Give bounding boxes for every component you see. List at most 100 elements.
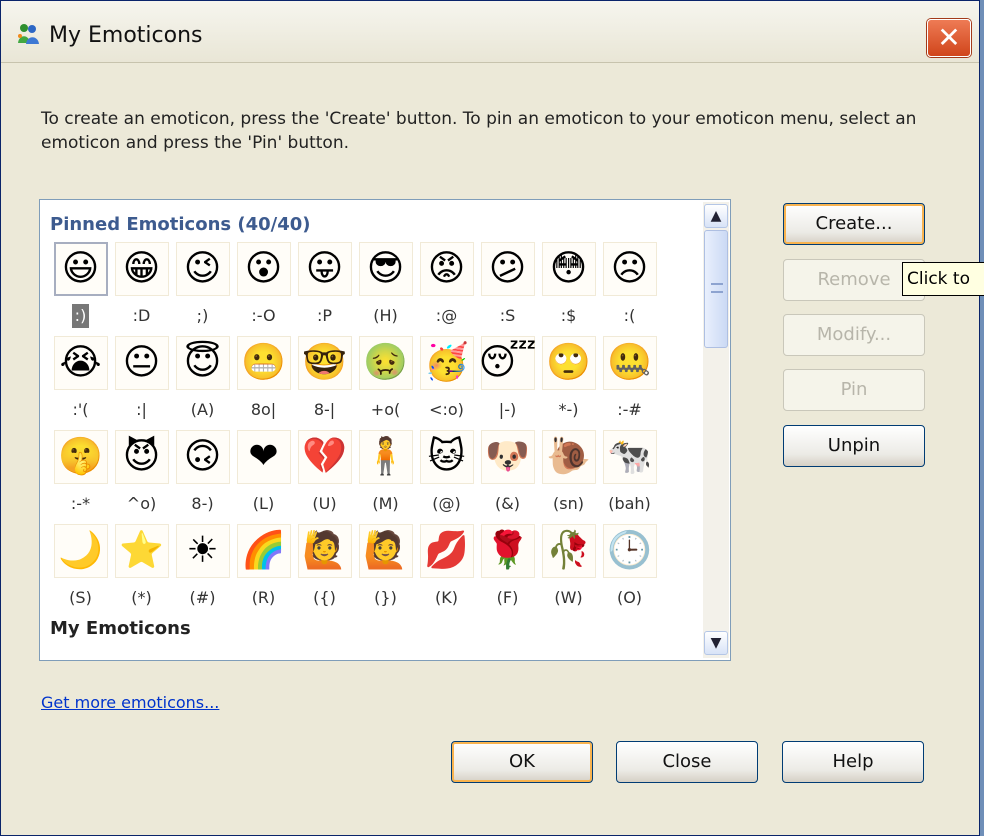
emoticon-item[interactable]: 🤢 +o( (355, 334, 416, 428)
emoticon-item[interactable]: 🐱 (@) (416, 428, 477, 522)
emoticon-tile[interactable]: 🙋 (358, 524, 413, 578)
emoticon-tile[interactable]: 🌙 (53, 524, 108, 578)
emoticon-tile[interactable]: 🌹 (480, 524, 535, 578)
emoticon-item[interactable]: 🥀 (W) (538, 522, 599, 616)
emoticon-item[interactable]: 😇 (A) (172, 334, 233, 428)
create-button[interactable]: Create... (783, 203, 925, 245)
emoticon-tile[interactable]: 🕒 (602, 524, 657, 578)
emoticon-item[interactable]: 🕒 (O) (599, 522, 660, 616)
get-more-emoticons-link[interactable]: Get more emoticons... (41, 693, 219, 712)
emoticon-tile[interactable]: 🤫 (53, 430, 108, 484)
emoticon-item[interactable]: ❤ (L) (233, 428, 294, 522)
emoticon-tile[interactable]: 🙄 (541, 336, 596, 390)
emoticon-tile[interactable]: 😉 (175, 242, 230, 296)
emoticon-list[interactable]: Pinned Emoticons (40/40) 😃:) 😁:D 😉;) 😮:-O 😛:… (39, 199, 731, 661)
emoticon-tile[interactable]: 😛 (297, 242, 352, 296)
emoticon-item[interactable]: 💔 (U) (294, 428, 355, 522)
emoticon-item[interactable]: 😐:| (111, 334, 172, 428)
emoticon-item[interactable]: 🐄 (bah) (599, 428, 660, 522)
scroll-thumb[interactable] (704, 230, 728, 348)
ok-button[interactable]: OK (451, 741, 593, 783)
emoticon-item[interactable]: 💋 (K) (416, 522, 477, 616)
emoticon-item[interactable]: 🐌 (sn) (538, 428, 599, 522)
emoticon-item[interactable]: 🙄 *-) (538, 334, 599, 428)
emoticon-item[interactable]: 🌹 (F) (477, 522, 538, 616)
emoticon-item[interactable]: 😛 :P (294, 240, 355, 334)
emoticon-tile[interactable]: 🐶 (480, 430, 535, 484)
emoticon-tile[interactable]: 😇 (175, 336, 230, 390)
emoticon-item[interactable]: 🤫:-* (50, 428, 111, 522)
emoticon-tile[interactable]: 🤐 (602, 336, 657, 390)
emoticon-tile[interactable]: 🤓 (297, 336, 352, 390)
emoticon-item[interactable]: 😬 8o| (233, 334, 294, 428)
emoticon-item[interactable]: 😡:@ (416, 240, 477, 334)
emoticon-tile[interactable]: 💋 (419, 524, 474, 578)
emoticon-item[interactable]: 😮:-O (233, 240, 294, 334)
emoticon-tile[interactable]: ❤ (236, 430, 291, 484)
emoticon-icon: 💔 (302, 436, 347, 477)
emoticon-item[interactable]: 🌈 (R) (233, 522, 294, 616)
emoticon-item[interactable]: 😳:$ (538, 240, 599, 334)
emoticon-item[interactable]: 😭:'( (50, 334, 111, 428)
emoticon-item[interactable]: 🥳 <:o) (416, 334, 477, 428)
unpin-button[interactable]: Unpin (783, 425, 925, 467)
emoticon-item[interactable]: 🌙 (S) (50, 522, 111, 616)
emoticon-item[interactable]: 😈 ^o) (111, 428, 172, 522)
emoticon-item[interactable]: 🙋 (}) (355, 522, 416, 616)
emoticon-item[interactable]: 😕:S (477, 240, 538, 334)
emoticon-tile[interactable]: 🙃 (175, 430, 230, 484)
emoticon-item[interactable]: 🐶 (&) (477, 428, 538, 522)
emoticon-item[interactable]: 😃:) (50, 240, 111, 334)
emoticon-item[interactable]: 😁:D (111, 240, 172, 334)
emoticon-tile[interactable]: 😈 (114, 430, 169, 484)
modify-button[interactable]: Modify... (783, 314, 925, 356)
emoticon-item[interactable]: ⭐ (*) (111, 522, 172, 616)
emoticon-tile[interactable]: 😳 (541, 242, 596, 296)
emoticon-icon: 🤓 (302, 342, 347, 383)
emoticon-item[interactable]: 🤓 8-| (294, 334, 355, 428)
emoticon-shortcut: :P (316, 306, 333, 325)
emoticon-icon: 🐌 (546, 436, 591, 477)
close-button[interactable]: Close (616, 741, 758, 783)
emoticon-tile[interactable]: ☹ (602, 242, 657, 296)
emoticon-shortcut: 8o| (250, 400, 277, 419)
emoticon-tile[interactable]: 😐 (114, 336, 169, 390)
emoticon-tile[interactable]: 😕 (480, 242, 535, 296)
emoticon-item[interactable]: 🙋 ({) (294, 522, 355, 616)
emoticon-item[interactable]: 🙃 8-) (172, 428, 233, 522)
emoticon-tile[interactable]: 🥳 (419, 336, 474, 390)
emoticon-item[interactable]: 🤐:-# (599, 334, 660, 428)
emoticon-tile[interactable]: 🐌 (541, 430, 596, 484)
help-button[interactable]: Help (782, 741, 924, 783)
emoticon-tile[interactable]: ☀ (175, 524, 230, 578)
emoticon-tile[interactable]: 🐱 (419, 430, 474, 484)
emoticon-tile[interactable]: 😁 (114, 242, 169, 296)
emoticon-tile[interactable]: 😬 (236, 336, 291, 390)
emoticon-item[interactable]: 😴 |-) (477, 334, 538, 428)
emoticon-tile[interactable]: 😮 (236, 242, 291, 296)
emoticon-item[interactable]: ☀ (#) (172, 522, 233, 616)
emoticon-tile[interactable]: 😃 (53, 242, 108, 296)
emoticon-tile[interactable]: 🤢 (358, 336, 413, 390)
emoticon-tile[interactable]: 🙋 (297, 524, 352, 578)
vertical-scrollbar[interactable]: ▲ ▼ (703, 202, 729, 658)
pin-button[interactable]: Pin (783, 369, 925, 411)
emoticon-item[interactable]: 😎 (H) (355, 240, 416, 334)
scroll-up-icon[interactable]: ▲ (704, 204, 728, 228)
title-bar[interactable]: My Emoticons ✕ (1, 1, 979, 63)
emoticon-tile[interactable]: ⭐ (114, 524, 169, 578)
emoticon-item[interactable]: 🧍 (M) (355, 428, 416, 522)
emoticon-item[interactable]: 😉;) (172, 240, 233, 334)
emoticon-tile[interactable]: 💔 (297, 430, 352, 484)
emoticon-tile[interactable]: 😴 (479, 336, 536, 390)
emoticon-tile[interactable]: 🐄 (602, 430, 657, 484)
emoticon-tile[interactable]: 😎 (358, 242, 413, 296)
emoticon-tile[interactable]: 😭 (53, 336, 108, 390)
emoticon-tile[interactable]: 🧍 (358, 430, 413, 484)
emoticon-tile[interactable]: 🌈 (236, 524, 291, 578)
close-icon[interactable]: ✕ (927, 19, 971, 57)
emoticon-tile[interactable]: 🥀 (541, 524, 596, 578)
emoticon-tile[interactable]: 😡 (419, 242, 474, 296)
scroll-down-icon[interactable]: ▼ (704, 631, 728, 655)
emoticon-item[interactable]: ☹:( (599, 240, 660, 334)
